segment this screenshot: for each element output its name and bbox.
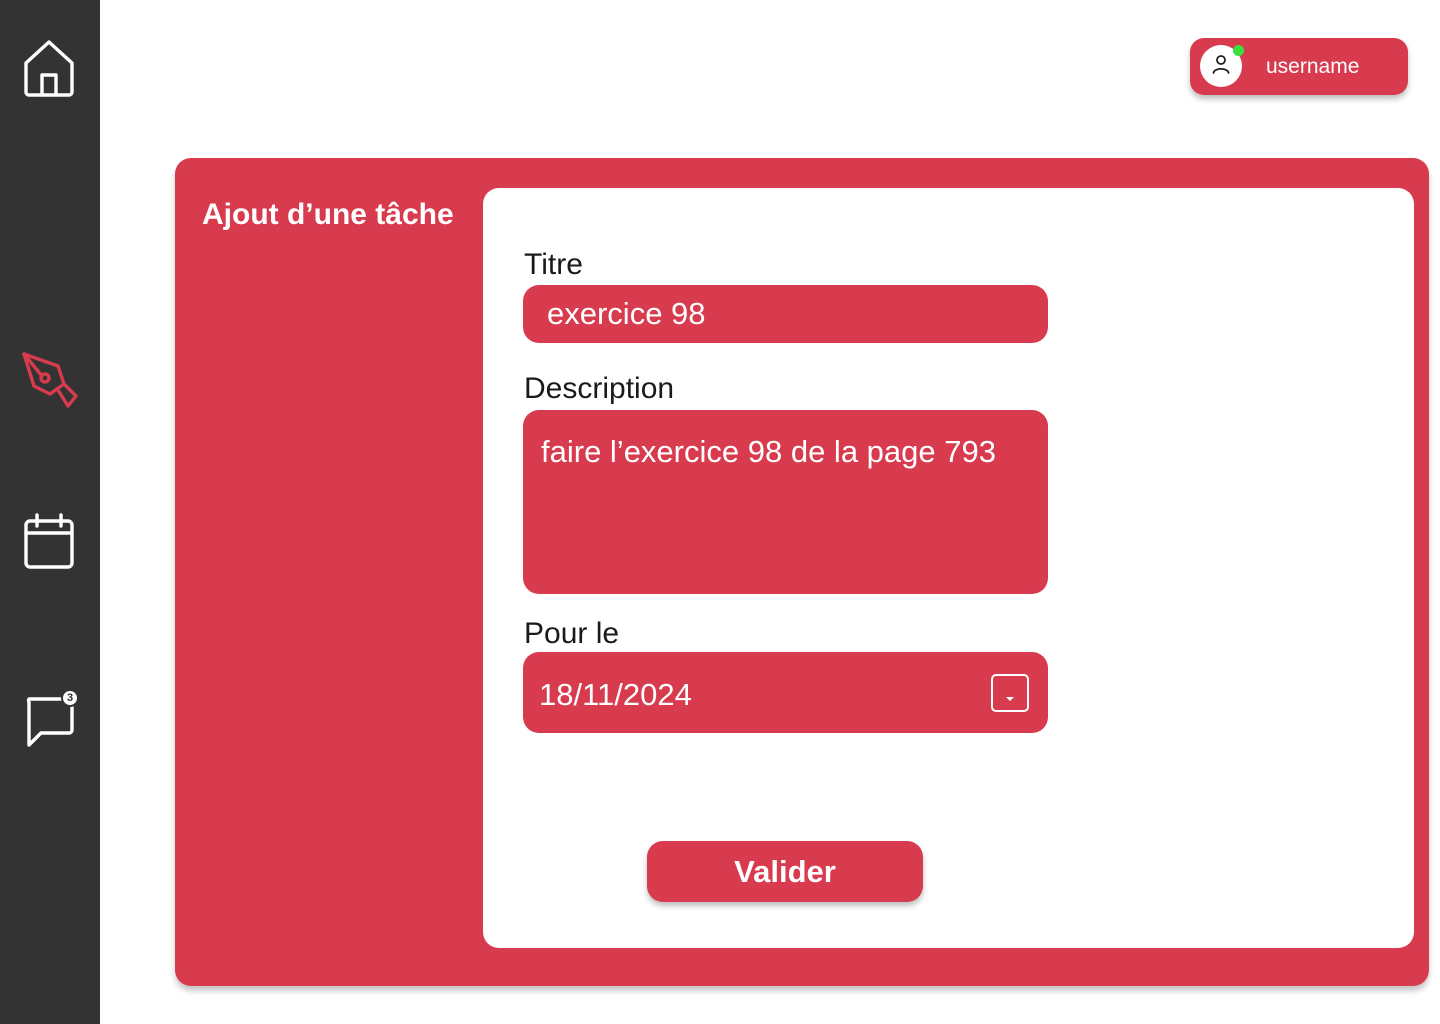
due-date-picker[interactable]: 18/11/2024 bbox=[523, 652, 1048, 733]
sidebar-item-messages[interactable]: 3 bbox=[18, 688, 80, 750]
sidebar-item-home[interactable] bbox=[18, 37, 80, 99]
message-count-badge: 3 bbox=[61, 689, 79, 707]
user-menu-button[interactable]: username bbox=[1190, 38, 1408, 95]
submit-button[interactable]: Valider bbox=[647, 841, 923, 902]
description-textarea[interactable]: faire l’exercice 98 de la page 793 bbox=[523, 410, 1048, 594]
calendar-icon bbox=[22, 512, 76, 572]
description-label: Description bbox=[524, 372, 675, 405]
username-label: username bbox=[1266, 55, 1360, 78]
sidebar-item-calendar[interactable] bbox=[18, 511, 80, 573]
user-icon bbox=[1211, 54, 1231, 79]
online-status-dot bbox=[1233, 45, 1244, 56]
home-icon bbox=[22, 39, 76, 97]
page-title: Ajout d’une tâche bbox=[202, 198, 454, 231]
sidebar-item-tasks[interactable] bbox=[18, 348, 80, 410]
title-label: Titre bbox=[524, 248, 583, 281]
date-dropdown-toggle[interactable] bbox=[991, 674, 1029, 712]
due-date-label: Pour le bbox=[524, 617, 620, 650]
sidebar: 3 bbox=[0, 0, 100, 1024]
add-task-form: Titre exercice 98 Description faire l’ex… bbox=[483, 188, 1414, 948]
due-date-value: 18/11/2024 bbox=[539, 677, 692, 712]
dropdown-caret-icon bbox=[1004, 650, 1016, 736]
avatar bbox=[1200, 45, 1244, 87]
add-task-panel: Ajout d’une tâche Titre exercice 98 Desc… bbox=[175, 158, 1429, 986]
title-input[interactable]: exercice 98 bbox=[523, 285, 1048, 343]
pen-nib-icon bbox=[20, 350, 78, 408]
